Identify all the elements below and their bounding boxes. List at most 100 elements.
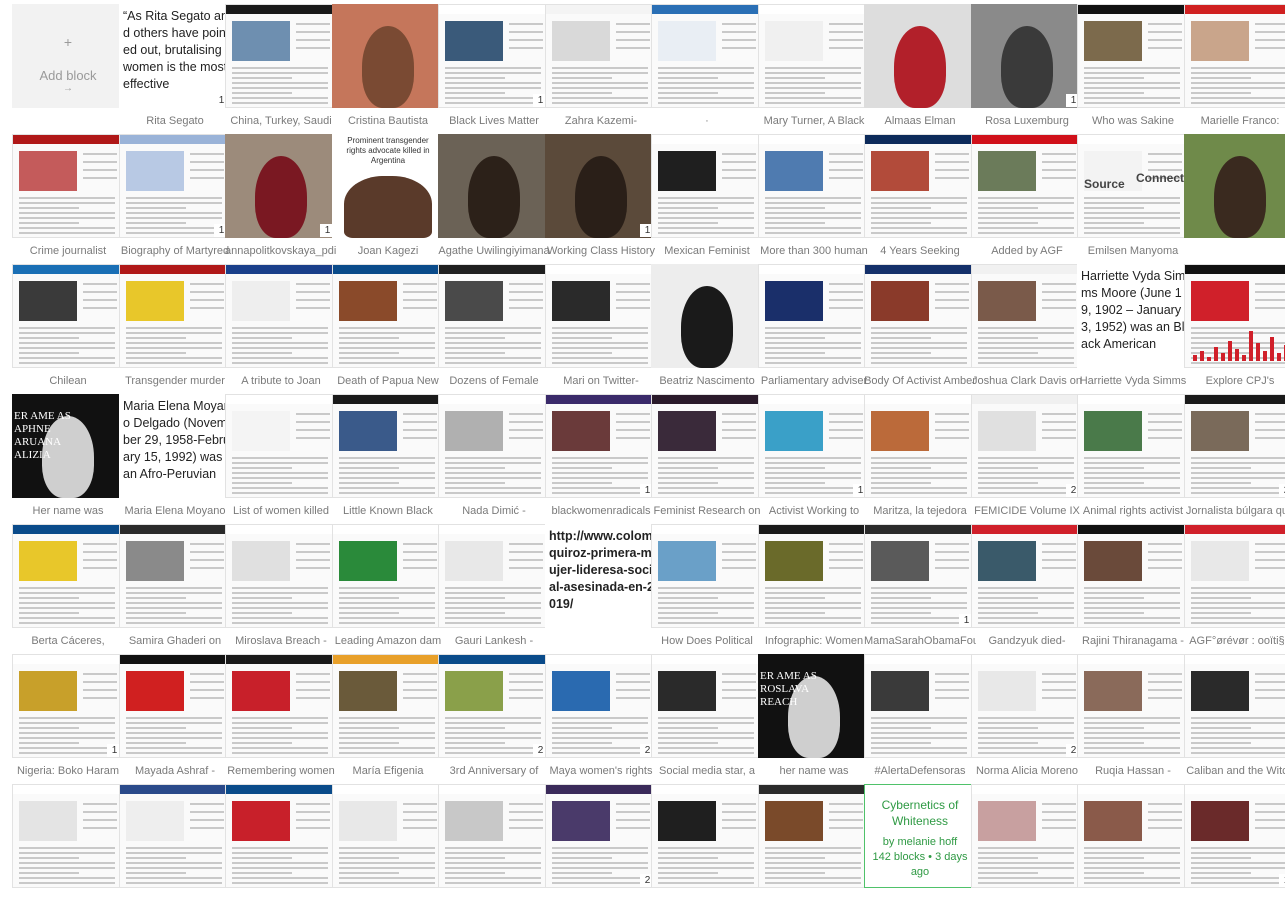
- page-header-bar: [439, 5, 549, 14]
- block-caption: blackwomenradicals on Twitter-: [551, 505, 651, 520]
- page-text-line: [658, 722, 754, 724]
- page-sidebar-line: [1042, 291, 1076, 293]
- page-sidebar-line: [935, 161, 969, 163]
- page-sidebar-line: [935, 567, 969, 569]
- page-text-line: [1084, 727, 1144, 729]
- page-text-line: [19, 347, 115, 349]
- add-block-button[interactable]: + Add block →: [12, 4, 124, 108]
- page-text-line: [126, 207, 186, 209]
- page-text-line: [1191, 737, 1285, 739]
- block-caption: Joshua Clark Davis on Twitter-: [971, 375, 1083, 390]
- block-caption: Maritza, la tejedora social: [873, 505, 967, 520]
- page-text-line: [871, 612, 931, 614]
- page-sidebar-line: [1148, 673, 1182, 675]
- page-image: [658, 411, 716, 451]
- connect-button[interactable]: Connect: [1136, 171, 1184, 185]
- page-text-line: [232, 482, 292, 484]
- page-sidebar-line: [935, 177, 969, 179]
- page-text-line: [232, 327, 328, 329]
- image-block-thumbnail: ER AME AS APHNE ARUANA ALIZIA: [12, 394, 124, 498]
- image-block-thumbnail: [864, 4, 976, 108]
- page-text-line: [126, 857, 186, 859]
- page-sidebar-line: [1148, 153, 1182, 155]
- page-text-line: [445, 97, 541, 99]
- page-text-line: [1084, 877, 1180, 879]
- page-text-line: [1084, 882, 1180, 884]
- page-text-line: [19, 862, 115, 864]
- page-text-line: [978, 212, 1074, 214]
- webpage-screenshot-thumbnail: [971, 784, 1083, 888]
- page-header-bar: [865, 655, 975, 664]
- page-text-line: [658, 727, 718, 729]
- block-caption: Maria Elena Moyano Delgado: [124, 505, 226, 520]
- block-caption: 4 Years Seeking Justice:: [880, 245, 960, 260]
- page-image: [445, 21, 503, 61]
- page-text-line: [552, 362, 648, 364]
- channel-card[interactable]: Cybernetics of Whiteness by melanie hoff 1…: [864, 784, 976, 888]
- image-block-thumbnail: [1184, 134, 1285, 238]
- page-sidebar-line: [509, 437, 543, 439]
- page-text-line: [445, 342, 541, 344]
- page-sidebar-line: [722, 811, 756, 813]
- page-text-line: [445, 602, 541, 604]
- page-sidebar-line: [935, 413, 969, 415]
- page-text-line: [658, 592, 754, 594]
- block-caption: Samira Ghaderi on Twitter-: [128, 635, 222, 650]
- page-sidebar-line: [616, 689, 650, 691]
- page-sidebar-line: [829, 23, 863, 25]
- page-image: [19, 541, 77, 581]
- page-text-line: [232, 857, 292, 859]
- page-text-line: [126, 232, 222, 234]
- page-sidebar-line: [616, 827, 650, 829]
- page-text-line: [1191, 597, 1251, 599]
- source-link[interactable]: Source: [1084, 177, 1125, 191]
- page-text-line: [871, 362, 967, 364]
- page-sidebar-line: [296, 291, 330, 293]
- page-text-line: [232, 622, 328, 624]
- page-text-line: [445, 352, 505, 354]
- page-text-line: [765, 202, 861, 204]
- page-text-line: [126, 202, 222, 204]
- page-text-line: [871, 717, 967, 719]
- page-header-bar: [226, 525, 336, 534]
- page-text-line: [19, 622, 115, 624]
- page-text-line: [339, 472, 435, 474]
- page-text-line: [19, 327, 115, 329]
- chart-bar: [1242, 355, 1246, 361]
- page-text-line: [19, 882, 115, 884]
- page-image: [339, 281, 397, 321]
- page-text-line: [445, 362, 541, 364]
- text-block-content: http://www.colomquiroz-primera-mujer-lid…: [549, 529, 654, 611]
- page-text-line: [232, 717, 328, 719]
- image-headline-text: Prominent transgender rights advocate ki…: [346, 136, 430, 165]
- page-text-line: [339, 872, 399, 874]
- webpage-screenshot-thumbnail: [119, 654, 231, 758]
- page-sidebar-line: [296, 39, 330, 41]
- page-sidebar-line: [829, 39, 863, 41]
- page-text-line: [871, 737, 967, 739]
- page-text-line: [1191, 472, 1285, 474]
- block-caption: [1184, 244, 1285, 260]
- page-text-line: [658, 197, 754, 199]
- page-sidebar-line: [722, 819, 756, 821]
- page-header-bar: [759, 525, 869, 534]
- page-header-bar: [439, 525, 549, 534]
- page-text-line: [126, 872, 186, 874]
- webpage-screenshot-thumbnail: [119, 264, 231, 368]
- block-caption: Explore CPJ's database of: [1205, 375, 1275, 390]
- page-sidebar-line: [935, 689, 969, 691]
- page-sidebar-line: [83, 567, 117, 569]
- page-text-line: [445, 717, 541, 719]
- page-sidebar-line: [296, 697, 330, 699]
- page-sidebar-line: [296, 283, 330, 285]
- webpage-screenshot-thumbnail: [332, 264, 444, 368]
- webpage-screenshot-thumbnail: [119, 524, 231, 628]
- page-text-line: [978, 847, 1074, 849]
- page-text-line: [765, 77, 825, 79]
- page-text-line: [339, 857, 399, 859]
- page-sidebar-line: [722, 23, 756, 25]
- webpage-screenshot-thumbnail: [864, 524, 976, 628]
- page-text-line: [1084, 477, 1180, 479]
- page-text-line: [978, 862, 1074, 864]
- page-header-bar: [546, 655, 656, 664]
